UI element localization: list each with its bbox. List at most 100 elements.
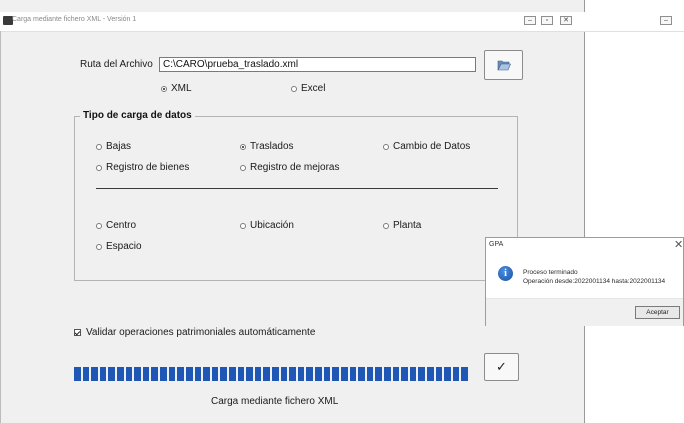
progress-segment (151, 367, 159, 381)
radio-registro-bienes-indicator[interactable] (96, 164, 102, 171)
progress-segment (444, 367, 451, 381)
status-text: Carga mediante fichero XML (211, 396, 339, 407)
radio-traslados-label: Traslados (250, 141, 294, 152)
progress-segment (297, 367, 305, 381)
progress-segment (332, 367, 339, 381)
dialog-title: GPA (489, 241, 504, 248)
progress-segment (306, 367, 314, 381)
progress-segment (220, 367, 227, 381)
radio-espacio-indicator[interactable] (96, 243, 102, 250)
radio-registro-bienes-label: Registro de bienes (106, 162, 190, 173)
progress-segment (185, 367, 193, 381)
radio-traslados-indicator[interactable] (240, 143, 246, 150)
progress-segment (418, 367, 425, 381)
radio-registro-bienes[interactable]: Registro de bienes (96, 162, 189, 173)
progress-segment (315, 367, 322, 381)
progress-segment (160, 367, 167, 381)
radio-centro-label: Centro (106, 220, 137, 231)
progress-segment (142, 367, 150, 381)
progress-segment (426, 367, 434, 381)
progress-segment (82, 367, 90, 381)
validate-checkbox[interactable]: Validar operaciones patrimoniales automá… (74, 327, 315, 338)
progress-segment (289, 367, 296, 381)
dialog-message-line1: Proceso terminado (523, 269, 578, 276)
progress-segment (228, 367, 236, 381)
close-button[interactable]: ✕ (560, 16, 572, 25)
maximize-button[interactable]: ▫ (541, 16, 553, 25)
radio-centro[interactable]: Centro (96, 220, 136, 231)
progress-segment (74, 367, 81, 381)
radio-cambio-datos-indicator[interactable] (383, 143, 389, 150)
progress-segment (383, 367, 391, 381)
progress-segment (349, 367, 357, 381)
progress-segment (452, 367, 460, 381)
dialog-message-line2: Operación desde:2022001134 hasta:2022001… (523, 278, 666, 285)
load-type-legend: Tipo de carga de datos (80, 110, 195, 121)
progress-segment (125, 367, 133, 381)
progress-segment (246, 367, 253, 381)
radio-planta-label: Planta (393, 220, 422, 231)
progress-segment (280, 367, 288, 381)
progress-segment (323, 367, 331, 381)
folder-open-icon (497, 60, 511, 71)
dialog-accept-button[interactable]: Aceptar (635, 306, 680, 319)
progress-segment (340, 367, 348, 381)
radio-registro-mejoras[interactable]: Registro de mejoras (240, 162, 339, 173)
radio-ubicacion-label: Ubicación (250, 220, 294, 231)
radio-xml-label: XML (171, 83, 192, 94)
radio-espacio-label: Espacio (106, 241, 142, 252)
radio-planta[interactable]: Planta (383, 220, 421, 231)
radio-xml[interactable]: XML (161, 83, 192, 94)
browse-button[interactable] (484, 50, 523, 80)
progress-segment (168, 367, 176, 381)
radio-ubicacion-indicator[interactable] (240, 222, 246, 229)
progress-segment (99, 367, 107, 381)
window-title: Carga mediante fichero XML - Versión 1 (12, 16, 137, 23)
progress-segment (409, 367, 417, 381)
radio-centro-indicator[interactable] (96, 222, 102, 229)
progress-segment (254, 367, 262, 381)
radio-bajas-indicator[interactable] (96, 143, 102, 150)
progress-segment (401, 367, 408, 381)
dialog-close-icon[interactable]: ✕ (674, 238, 683, 251)
radio-cambio-datos[interactable]: Cambio de Datos (383, 141, 470, 152)
progress-segment (375, 367, 382, 381)
progress-segment (435, 367, 443, 381)
progress-bar (74, 367, 469, 381)
radio-excel[interactable]: Excel (291, 83, 325, 94)
progress-segment (177, 367, 184, 381)
radio-xml-indicator[interactable] (161, 85, 167, 92)
progress-segment (211, 367, 219, 381)
progress-segment (134, 367, 141, 381)
progress-segment (237, 367, 245, 381)
validate-checkbox-box[interactable] (74, 329, 81, 336)
radio-cambio-datos-label: Cambio de Datos (393, 141, 471, 152)
background-window-minimize-button[interactable]: – (660, 16, 672, 25)
minimize-button[interactable]: – (524, 16, 536, 25)
progress-segment (366, 367, 374, 381)
radio-registro-mejoras-indicator[interactable] (240, 164, 246, 171)
radio-registro-mejoras-label: Registro de mejoras (250, 162, 340, 173)
progress-segment (392, 367, 400, 381)
window-edge (0, 31, 1, 423)
progress-segment (117, 367, 124, 381)
radio-traslados[interactable]: Traslados (240, 141, 294, 152)
progress-segment (203, 367, 210, 381)
progress-segment (272, 367, 279, 381)
info-icon: i (498, 266, 513, 281)
title-bar[interactable]: Carga mediante fichero XML - Versión 1 –… (0, 12, 585, 32)
progress-segment (461, 367, 469, 381)
progress-segment (108, 367, 116, 381)
radio-excel-indicator[interactable] (291, 85, 297, 92)
group-divider (96, 188, 498, 189)
radio-ubicacion[interactable]: Ubicación (240, 220, 294, 231)
radio-bajas[interactable]: Bajas (96, 141, 131, 152)
progress-segment (358, 367, 365, 381)
radio-espacio[interactable]: Espacio (96, 241, 142, 252)
file-path-label: Ruta del Archivo (80, 59, 153, 70)
file-path-input[interactable] (159, 57, 476, 72)
radio-planta-indicator[interactable] (383, 222, 389, 229)
run-load-button[interactable]: ✓ (484, 353, 519, 381)
message-dialog: GPA ✕ i Proceso terminado Operación desd… (485, 237, 684, 326)
progress-segment (91, 367, 98, 381)
